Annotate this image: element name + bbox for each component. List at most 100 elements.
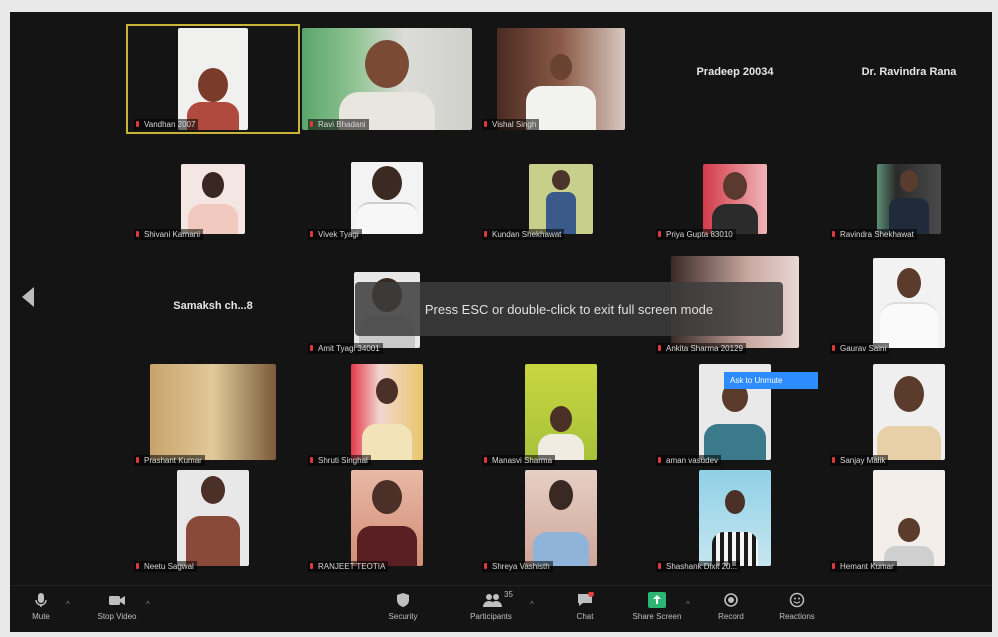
chevron-up-icon[interactable]: ^ <box>686 600 690 609</box>
participant-name: Manasvi Sharma <box>482 455 556 466</box>
participants-icon: 35 <box>482 590 513 608</box>
video-tile[interactable]: Shivani Karnani <box>128 136 298 242</box>
participant-display-name: Pradeep 20034 <box>696 66 774 78</box>
video-feed <box>525 364 597 460</box>
share-screen-icon <box>648 592 666 608</box>
participant-name: Gaurav Saini <box>830 343 890 354</box>
participant-name: RANJEET TEOTIA <box>308 561 389 572</box>
video-tile[interactable]: Samaksh ch...8 <box>128 250 298 356</box>
mic-muted-icon <box>658 457 661 463</box>
video-tile[interactable]: Vishal Singh <box>476 26 646 132</box>
chat-bubble-icon <box>576 591 594 608</box>
participant-name: Neetu Sagwal <box>134 561 197 572</box>
chevron-up-icon[interactable]: ^ <box>66 600 70 609</box>
previous-page-arrow-icon[interactable] <box>22 287 34 307</box>
participant-name: Vandhan 2007 <box>134 119 199 130</box>
video-tile[interactable]: Sanjay Malik <box>824 362 994 468</box>
mic-muted-icon <box>832 345 835 351</box>
mic-muted-icon <box>136 121 139 127</box>
participant-name: Hemant Kumar <box>830 561 897 572</box>
share-screen-button[interactable]: Share Screen <box>622 592 692 621</box>
record-button[interactable]: Record <box>696 592 766 621</box>
video-tile[interactable]: Ravi Bhadani <box>302 26 472 132</box>
participant-name <box>830 128 839 130</box>
video-tile[interactable]: Dr. Ravindra Rana <box>824 26 994 132</box>
video-feed <box>177 470 249 566</box>
participant-name: Vivek Tyagi <box>308 229 362 240</box>
video-feed <box>525 470 597 566</box>
video-tile[interactable]: RANJEET TEOTIA <box>302 468 472 574</box>
chevron-up-icon[interactable]: ^ <box>146 600 150 609</box>
chevron-up-icon[interactable]: ^ <box>530 600 534 609</box>
mic-muted-icon <box>136 457 139 463</box>
mic-muted-icon <box>484 457 487 463</box>
ask-to-unmute-button[interactable]: Ask to Unmute <box>724 372 818 389</box>
participant-name: Ankita Sharma 20129 <box>656 343 746 354</box>
participant-name: Kundan Shekhawat <box>482 229 565 240</box>
participants-count: 35 <box>504 590 513 599</box>
shield-icon <box>394 592 412 608</box>
participant-name <box>656 128 665 130</box>
mic-muted-icon <box>658 563 661 569</box>
video-tile[interactable]: Shashank Dixit 20... <box>650 468 820 574</box>
video-feed <box>150 364 276 460</box>
video-feed <box>703 164 767 234</box>
mic-muted-icon <box>484 231 487 237</box>
reactions-button[interactable]: Reactions <box>762 592 832 621</box>
mic-muted-icon <box>310 563 313 569</box>
video-tile[interactable]: Shruti Singhal <box>302 362 472 468</box>
fullscreen-exit-toast: Press ESC or double-click to exit full s… <box>355 282 783 336</box>
participant-name: Prashant Kumar <box>134 455 205 466</box>
microphone-icon <box>32 592 50 608</box>
video-feed <box>529 164 593 234</box>
mic-muted-icon <box>484 121 487 127</box>
participants-button[interactable]: 35 Participants <box>456 590 526 621</box>
mic-muted-icon <box>310 345 313 351</box>
mic-muted-icon <box>832 457 835 463</box>
video-tile[interactable]: Vivek Tyagi <box>302 136 472 242</box>
video-feed <box>699 470 771 566</box>
video-feed <box>351 364 423 460</box>
mic-muted-icon <box>832 231 835 237</box>
video-tile[interactable]: Prashant Kumar <box>128 362 298 468</box>
video-tile[interactable]: Kundan Shekhawat <box>476 136 646 242</box>
participant-display-name: Dr. Ravindra Rana <box>861 66 957 78</box>
video-tile[interactable]: Vandhan 2007 <box>126 24 300 134</box>
video-tile[interactable]: Manasvi Sharma <box>476 362 646 468</box>
participant-name <box>134 352 143 354</box>
mic-muted-icon <box>136 563 139 569</box>
zoom-fullscreen-window: Vandhan 2007 Ravi Bhadani Vishal Singh P… <box>10 12 992 632</box>
video-feed <box>178 28 248 130</box>
participant-name: Priya Gupta 83010 <box>656 229 736 240</box>
security-button[interactable]: Security <box>368 592 438 621</box>
participant-name: Ravi Bhadani <box>308 119 369 130</box>
video-feed <box>181 164 245 234</box>
chat-button[interactable]: Chat <box>550 591 620 621</box>
video-feed <box>497 28 625 130</box>
video-tile[interactable]: Ravindra Shekhawat <box>824 136 994 242</box>
mic-muted-icon <box>310 121 313 127</box>
video-tile[interactable]: Pradeep 20034 <box>650 26 820 132</box>
participant-name: Shashank Dixit 20... <box>656 561 741 572</box>
participant-name: Ravindra Shekhawat <box>830 229 917 240</box>
video-feed <box>873 258 945 348</box>
meeting-toolbar: Mute ^ Stop Video ^ Security 35 Particip… <box>10 585 992 632</box>
participant-name <box>482 352 491 354</box>
mic-muted-icon <box>310 457 313 463</box>
participant-name: Sanjay Malik <box>830 455 889 466</box>
video-tile[interactable]: Hemant Kumar <box>824 468 994 574</box>
video-feed <box>351 470 423 566</box>
smiley-icon <box>788 592 806 608</box>
video-feed <box>873 364 945 460</box>
video-feed <box>302 28 472 130</box>
participant-name: Shruti Singhal <box>308 455 371 466</box>
video-tile[interactable]: Gaurav Saini <box>824 250 994 356</box>
video-tile[interactable]: Neetu Sagwal <box>128 468 298 574</box>
mic-muted-icon <box>484 563 487 569</box>
participant-name: Amit Tyagi 34001 <box>308 343 383 354</box>
video-feed <box>873 470 945 566</box>
video-tile[interactable]: Priya Gupta 83010 <box>650 136 820 242</box>
video-tile[interactable]: Shreya Vashisth <box>476 468 646 574</box>
video-feed <box>351 162 423 234</box>
stop-video-button[interactable]: Stop Video <box>82 592 152 621</box>
